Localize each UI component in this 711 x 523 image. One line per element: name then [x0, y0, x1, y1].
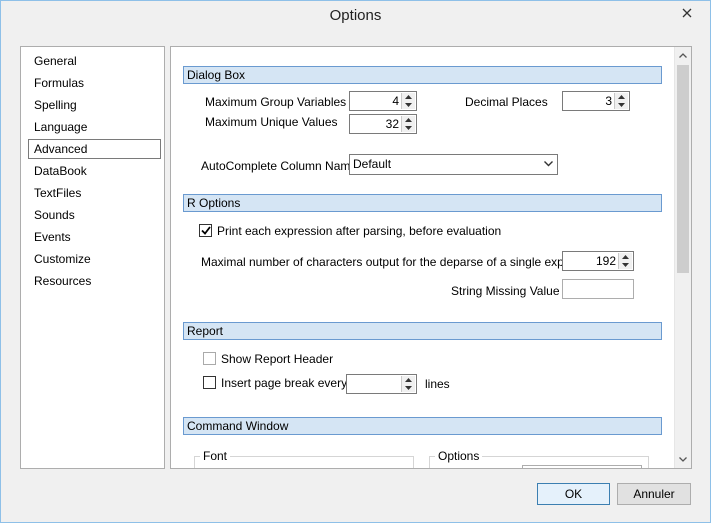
- stepper-up-button[interactable]: [402, 376, 415, 384]
- autocomplete-label: AutoComplete Column Name: [201, 159, 358, 173]
- close-button[interactable]: [672, 2, 702, 24]
- string-missing-label: String Missing Value: [451, 284, 560, 298]
- decimal-places-value: 3: [605, 94, 612, 108]
- options-window: Options General Formulas Spelling Language A…: [0, 0, 711, 523]
- max-unique-values-label: Maximum Unique Values: [205, 115, 338, 129]
- section-header-command-window: Command Window: [183, 417, 662, 435]
- show-report-header-label: Show Report Header: [221, 352, 334, 366]
- page-break-stepper[interactable]: [346, 374, 417, 394]
- string-missing-input[interactable]: [562, 279, 634, 299]
- sidebar-item-customize[interactable]: Customize: [28, 249, 161, 269]
- scrollbar-thumb[interactable]: [677, 65, 689, 273]
- chevron-up-icon: [618, 95, 625, 99]
- sidebar-item-databook[interactable]: DataBook: [28, 161, 161, 181]
- sidebar-item-sounds[interactable]: Sounds: [28, 205, 161, 225]
- window-title: Options: [329, 7, 382, 24]
- stepper-down-button[interactable]: [402, 124, 415, 132]
- section-header-dialog-box: Dialog Box: [183, 66, 662, 84]
- max-unique-values-stepper[interactable]: 32: [349, 114, 417, 134]
- title-bar: Options: [1, 1, 710, 33]
- command-window-option-field[interactable]: [522, 465, 642, 468]
- decimal-places-stepper[interactable]: 3: [562, 91, 630, 111]
- font-groupbox: Font: [194, 449, 414, 468]
- lines-label: lines: [425, 377, 450, 391]
- chevron-down-icon: [405, 126, 412, 130]
- sidebar-item-textfiles[interactable]: TextFiles: [28, 183, 161, 203]
- chevron-up-icon: [622, 255, 629, 259]
- settings-panel: Dialog Box Maximum Group Variables 4 Dec…: [170, 46, 692, 469]
- stepper-up-button[interactable]: [615, 93, 628, 101]
- page-break-checkbox[interactable]: [203, 376, 216, 389]
- close-icon: [682, 8, 692, 18]
- sidebar-item-formulas[interactable]: Formulas: [28, 73, 161, 93]
- sidebar-item-language[interactable]: Language: [28, 117, 161, 137]
- sidebar-item-resources[interactable]: Resources: [28, 271, 161, 291]
- chevron-up-icon: [405, 378, 412, 382]
- chevron-up-icon: [405, 118, 412, 122]
- chevron-down-icon: [618, 103, 625, 107]
- max-chars-value: 192: [595, 254, 616, 268]
- checkmark-icon: [200, 226, 211, 235]
- chevron-up-icon: [679, 53, 687, 58]
- section-header-report: Report: [183, 322, 662, 340]
- print-expression-checkbox[interactable]: [199, 224, 212, 237]
- page-break-label: Insert page break every: [221, 376, 348, 390]
- stepper-down-button[interactable]: [619, 261, 632, 269]
- max-unique-values-value: 32: [385, 117, 399, 131]
- section-header-r-options: R Options: [183, 194, 662, 212]
- category-list[interactable]: General Formulas Spelling Language Advanced D…: [20, 46, 165, 469]
- stepper-down-button[interactable]: [402, 101, 415, 109]
- chevron-down-icon: [405, 386, 412, 390]
- sidebar-item-general[interactable]: General: [28, 51, 161, 71]
- max-group-variables-stepper[interactable]: 4: [349, 91, 417, 111]
- chevron-down-icon: [679, 457, 687, 462]
- print-expression-label: Print each expression after parsing, bef…: [217, 224, 502, 238]
- chevron-down-icon: [622, 263, 629, 267]
- sidebar-item-events[interactable]: Events: [28, 227, 161, 247]
- stepper-down-button[interactable]: [615, 101, 628, 109]
- vertical-scrollbar[interactable]: [674, 47, 691, 468]
- chevron-up-icon: [405, 95, 412, 99]
- max-group-variables-label: Maximum Group Variables: [205, 95, 347, 109]
- stepper-up-button[interactable]: [619, 253, 632, 261]
- stepper-up-button[interactable]: [402, 93, 415, 101]
- decimal-places-label: Decimal Places: [465, 95, 548, 109]
- autocomplete-select[interactable]: Default: [349, 154, 558, 175]
- sidebar-item-spelling[interactable]: Spelling: [28, 95, 161, 115]
- cancel-button[interactable]: Annuler: [617, 483, 691, 505]
- show-report-header-checkbox[interactable]: [203, 352, 216, 365]
- stepper-up-button[interactable]: [402, 116, 415, 124]
- scroll-down-button[interactable]: [675, 451, 691, 468]
- autocomplete-value: Default: [353, 157, 392, 171]
- chevron-down-icon: [544, 161, 553, 167]
- font-group-title: Font: [200, 449, 231, 463]
- sidebar-item-advanced[interactable]: Advanced: [28, 139, 161, 159]
- max-chars-label: Maximal number of characters output for …: [201, 255, 603, 269]
- max-chars-stepper[interactable]: 192: [562, 251, 634, 271]
- max-group-variables-value: 4: [392, 94, 399, 108]
- scroll-up-button[interactable]: [675, 47, 691, 64]
- stepper-down-button[interactable]: [402, 384, 415, 392]
- options-group-title: Options: [435, 449, 483, 463]
- chevron-down-icon: [405, 103, 412, 107]
- ok-button[interactable]: OK: [537, 483, 610, 505]
